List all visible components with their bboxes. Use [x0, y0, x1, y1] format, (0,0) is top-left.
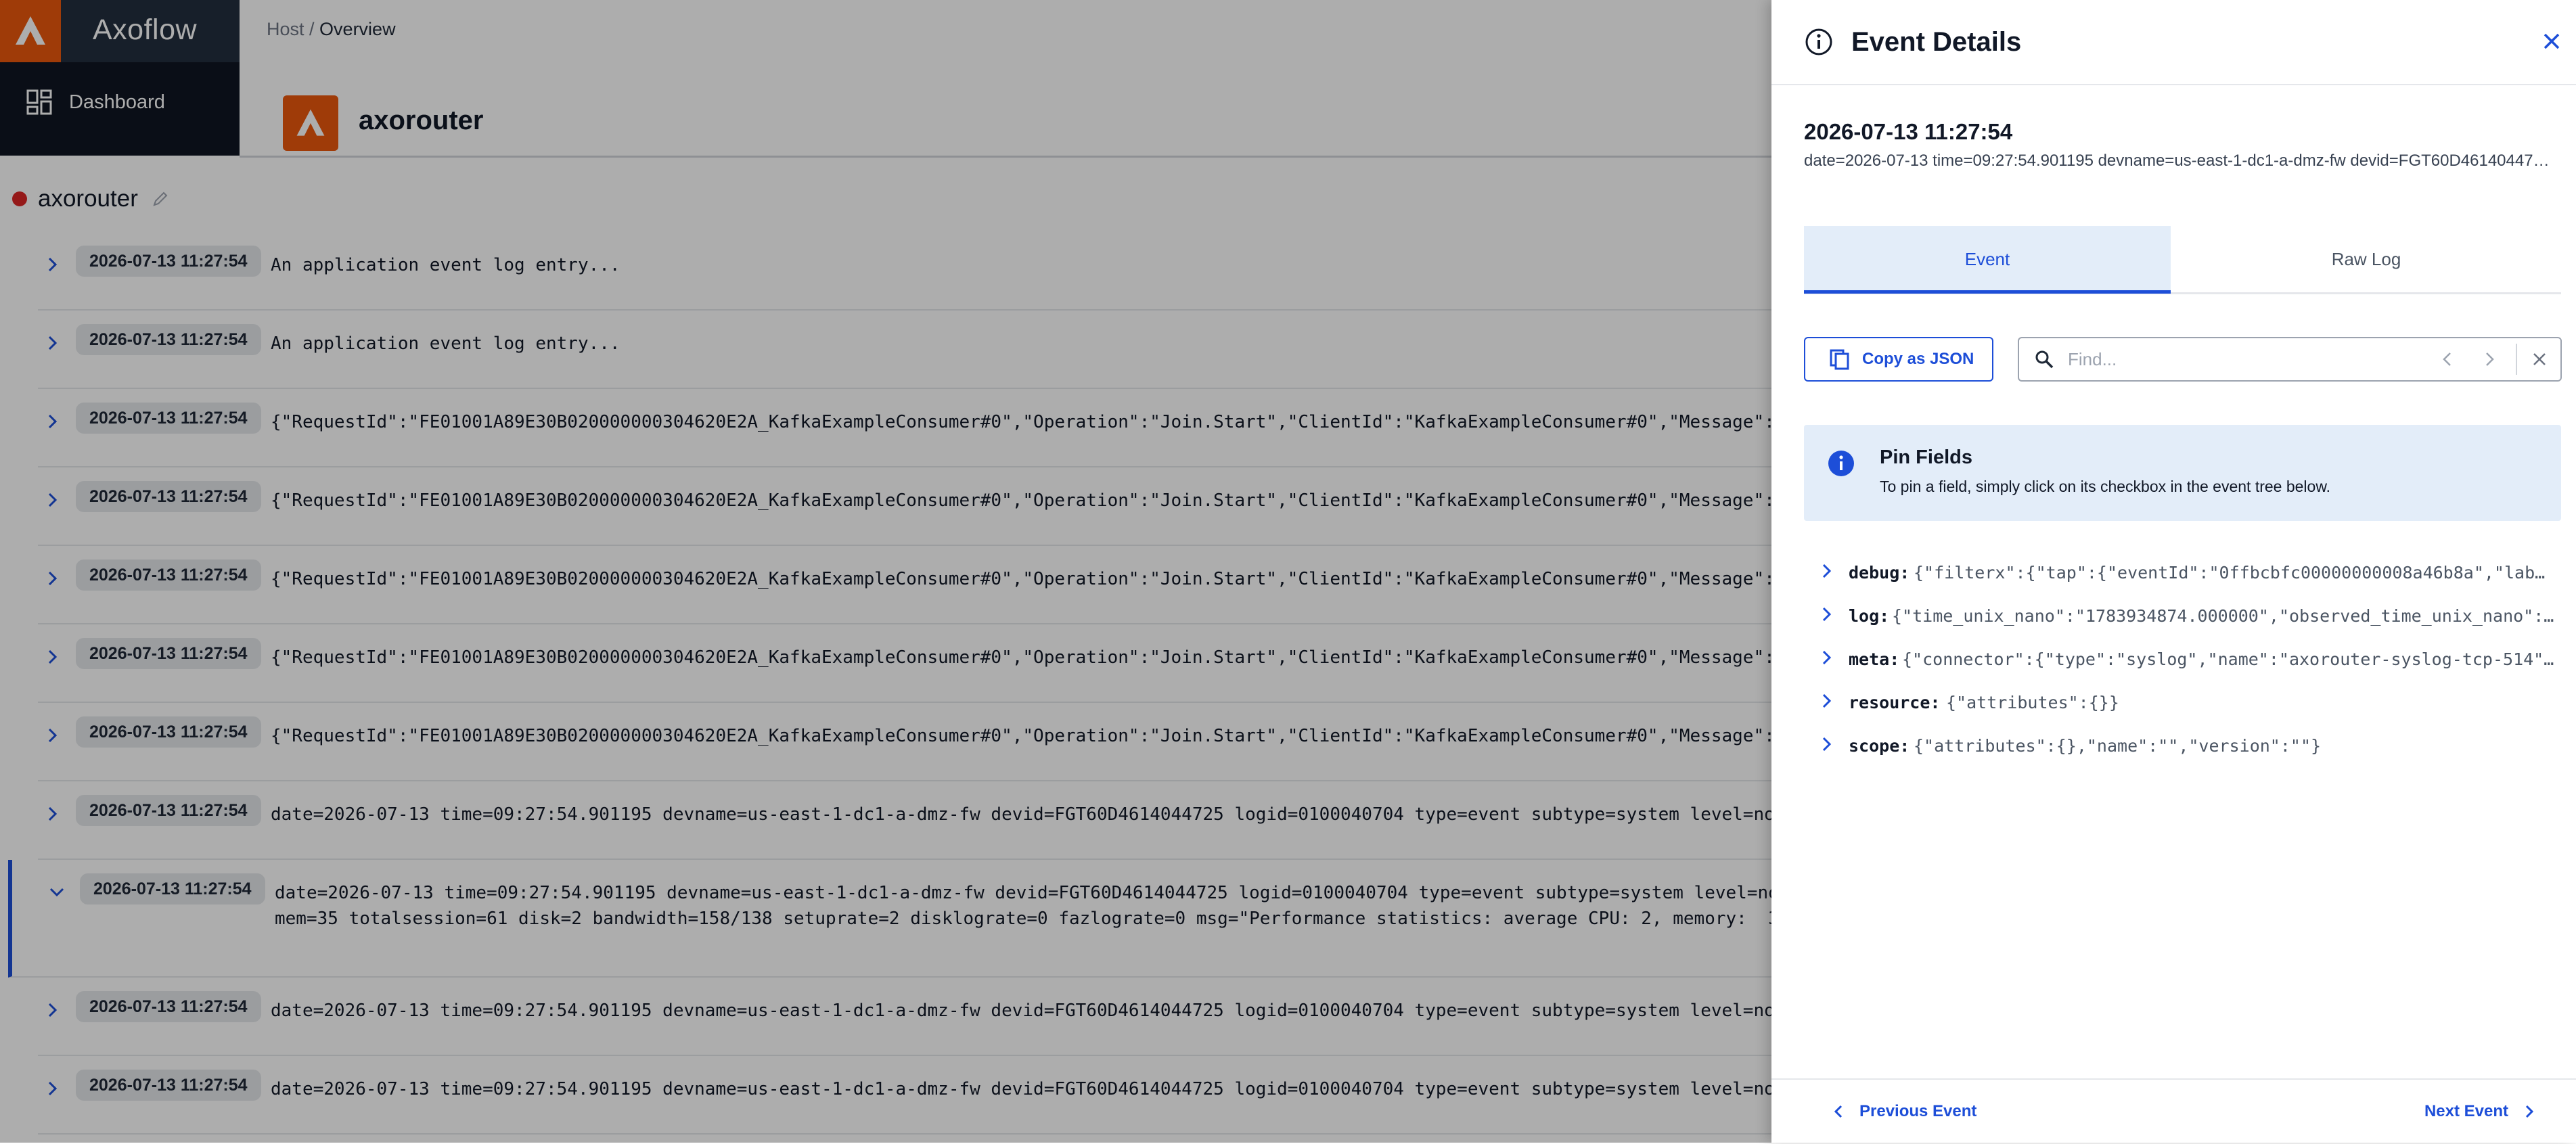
tree-node-resource[interactable]: resource: {"attributes":{}}	[1804, 686, 2561, 729]
tree-key: resource:	[1849, 693, 1941, 712]
tree-key: debug:	[1849, 563, 1910, 582]
chevron-right-icon[interactable]	[1817, 562, 1836, 580]
chevron-right-icon[interactable]	[1817, 691, 1836, 710]
chevron-right-icon[interactable]	[1817, 735, 1836, 754]
chevron-left-icon	[1834, 1105, 1843, 1118]
previous-event-label: Previous Event	[1859, 1102, 1977, 1120]
tree-value: {"attributes":{},"name":"","version":""}	[1914, 736, 2322, 756]
find-divider	[2516, 344, 2517, 375]
next-event-label: Next Event	[2424, 1102, 2508, 1120]
tree-key: scope:	[1849, 736, 1910, 756]
tab-event[interactable]: Event	[1804, 226, 2171, 294]
clear-icon[interactable]	[2529, 349, 2550, 369]
find-previous-icon[interactable]	[2437, 349, 2458, 369]
pin-fields-title: Pin Fields	[1880, 447, 1972, 468]
tree-node-log[interactable]: log: {"time_unix_nano":"1783934874.00000…	[1804, 599, 2561, 643]
copy-as-json-button[interactable]: Copy as JSON	[1804, 337, 1993, 382]
tree-value: {"connector":{"type":"syslog","name":"ax…	[1902, 649, 2554, 669]
event-summary: date=2026-07-13 time=09:27:54.901195 dev…	[1804, 152, 2555, 170]
event-timestamp: 2026-07-13 11:27:54	[1804, 119, 2013, 144]
app-root: Axoflow Host / Overview Dashboard axorou…	[0, 0, 2576, 1143]
close-icon[interactable]	[2540, 30, 2563, 53]
tree-node-meta[interactable]: meta: {"connector":{"type":"syslog","nam…	[1804, 643, 2561, 686]
drawer-footer: Previous Event Next Event	[1771, 1078, 2576, 1144]
find-next-icon[interactable]	[2479, 349, 2500, 369]
previous-event-button[interactable]: Previous Event	[1830, 1095, 1976, 1128]
tab-raw-log[interactable]: Raw Log	[2183, 226, 2550, 292]
find-box	[2018, 337, 2562, 382]
drawer-title: Event Details	[1851, 27, 2022, 57]
detail-tabs: Event Raw Log	[1804, 226, 2561, 294]
copy-icon	[1830, 349, 1849, 370]
tree-key: log:	[1849, 606, 1890, 626]
event-tree: debug: {"filterx":{"tap":{"eventId":"0ff…	[1804, 556, 2561, 773]
chevron-right-icon[interactable]	[1817, 605, 1836, 624]
info-circle-icon	[1805, 28, 1832, 55]
pin-fields-text: To pin a field, simply click on its chec…	[1880, 478, 2331, 495]
tree-key: meta:	[1849, 649, 1900, 669]
tree-value: {"time_unix_nano":"1783934874.000000","o…	[1892, 606, 2554, 626]
info-filled-icon	[1828, 451, 1854, 476]
next-event-button[interactable]: Next Event	[2424, 1095, 2538, 1128]
event-details-drawer: Event Details 2026-07-13 11:27:54 date=2…	[1771, 0, 2576, 1143]
chevron-right-icon[interactable]	[1817, 648, 1836, 667]
search-icon	[2035, 350, 2054, 369]
chevron-right-icon	[2525, 1105, 2534, 1118]
copy-button-label: Copy as JSON	[1862, 350, 1974, 368]
modal-backdrop[interactable]	[0, 0, 1771, 1143]
drawer-header: Event Details	[1771, 0, 2576, 85]
tree-node-scope[interactable]: scope: {"attributes":{},"name":"","versi…	[1804, 729, 2561, 773]
tree-node-debug[interactable]: debug: {"filterx":{"tap":{"eventId":"0ff…	[1804, 556, 2561, 599]
pin-fields-notice: Pin Fields To pin a field, simply click …	[1804, 425, 2561, 521]
tree-value: {"filterx":{"tap":{"eventId":"0ffbcbfc00…	[1914, 563, 2554, 582]
find-input[interactable]	[2066, 345, 2421, 373]
tree-value: {"attributes":{}}	[1946, 693, 2119, 712]
